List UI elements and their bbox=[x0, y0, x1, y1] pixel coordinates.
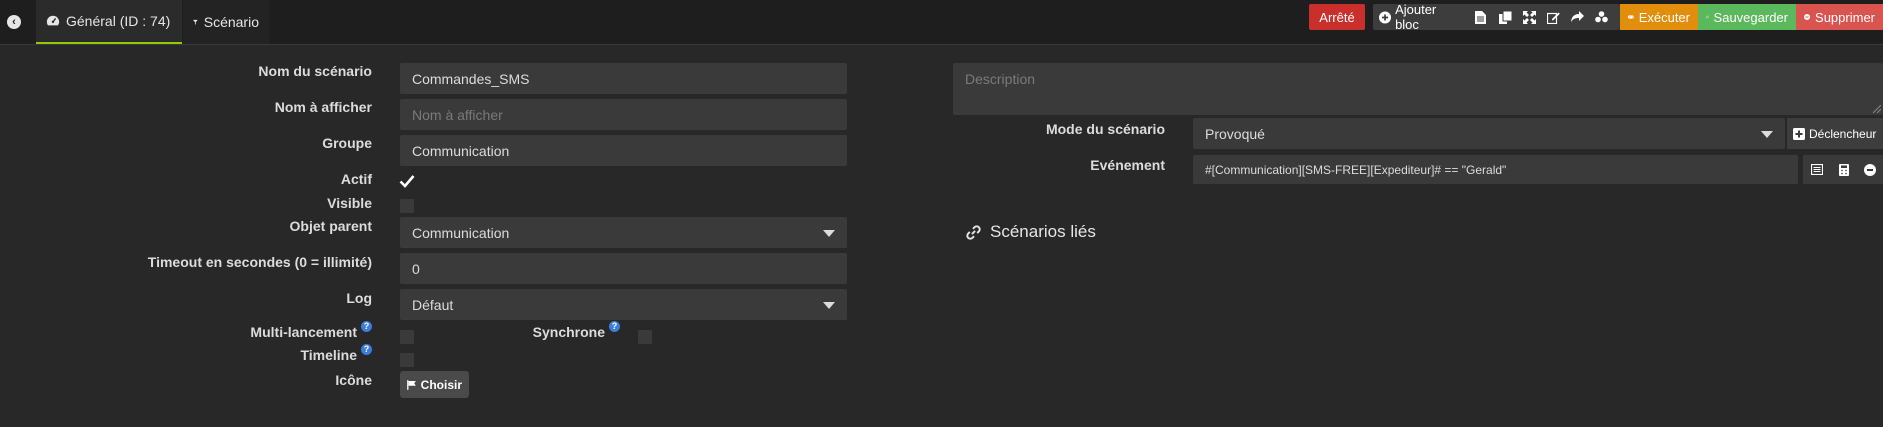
group-label: Groupe bbox=[322, 135, 372, 151]
display-name-label: Nom à afficher bbox=[274, 99, 372, 115]
list-icon[interactable] bbox=[1803, 155, 1830, 184]
back-button[interactable]: ‹ bbox=[0, 0, 28, 44]
timeout-label: Timeout en secondes (0 = illimité) bbox=[147, 254, 372, 270]
timeline-label: Timeline? bbox=[300, 344, 372, 363]
resize-handle-icon[interactable] bbox=[1873, 105, 1881, 113]
log-value: Défaut bbox=[412, 296, 454, 313]
display-name-placeholder: Nom à afficher bbox=[412, 106, 503, 123]
plus-square-icon bbox=[1793, 127, 1805, 140]
delete-label: Supprimer bbox=[1815, 9, 1875, 25]
help-icon[interactable]: ? bbox=[361, 344, 372, 355]
tab-scenario-label: Scénario bbox=[203, 14, 259, 30]
filter-icon bbox=[193, 19, 198, 25]
toolbar-group: Ajouter bloc bbox=[1373, 2, 1620, 32]
tab-general[interactable]: Général (ID : 74) bbox=[36, 0, 182, 44]
group-input[interactable]: Communication bbox=[400, 135, 847, 166]
add-block-label: Ajouter bloc bbox=[1395, 2, 1437, 32]
active-checkbox[interactable] bbox=[399, 174, 415, 188]
icon-label: Icône bbox=[335, 372, 372, 388]
trigger-label: Déclencheur bbox=[1809, 126, 1877, 141]
flag-icon bbox=[407, 379, 416, 390]
log-label: Log bbox=[346, 290, 372, 306]
multi-launch-label: Multi-lancement? bbox=[250, 321, 372, 340]
scenario-name-input[interactable]: Commandes_SMS bbox=[400, 63, 847, 94]
multi-launch-checkbox[interactable] bbox=[400, 330, 414, 344]
linked-scenarios-heading: Scénarios liés bbox=[965, 222, 1096, 242]
synchronous-checkbox[interactable] bbox=[638, 330, 652, 344]
copy-icon[interactable] bbox=[1493, 10, 1517, 24]
visible-label: Visible bbox=[327, 195, 372, 211]
parent-object-select[interactable]: Communication bbox=[400, 217, 847, 248]
scenario-mode-value: Provoqué bbox=[1205, 125, 1265, 142]
tab-general-label: Général (ID : 74) bbox=[66, 13, 171, 29]
calculator-icon[interactable] bbox=[1830, 155, 1857, 184]
description-placeholder: Description bbox=[965, 71, 1036, 87]
execute-button[interactable]: Exécuter bbox=[1620, 4, 1698, 30]
scenario-mode-select[interactable]: Provoqué bbox=[1193, 118, 1785, 149]
remove-icon[interactable] bbox=[1857, 155, 1883, 184]
event-value: #[Communication][SMS-FREE][Expediteur]# … bbox=[1205, 162, 1507, 177]
timeout-value: 0 bbox=[412, 260, 420, 277]
expand-icon[interactable] bbox=[1517, 10, 1541, 24]
chevron-down-icon bbox=[823, 301, 835, 309]
minus-circle-icon bbox=[1804, 13, 1811, 21]
scenario-name-value: Commandes_SMS bbox=[412, 70, 530, 87]
synchronous-text: Synchrone bbox=[532, 324, 605, 340]
save-button[interactable]: Sauvegarder bbox=[1698, 4, 1796, 30]
save-label: Sauvegarder bbox=[1713, 9, 1788, 25]
multi-launch-text: Multi-lancement bbox=[250, 324, 357, 340]
gamepad-icon bbox=[1628, 15, 1634, 19]
timeline-checkbox[interactable] bbox=[400, 353, 414, 367]
timeout-input[interactable]: 0 bbox=[400, 253, 847, 284]
link-icon bbox=[966, 224, 981, 240]
visible-checkbox[interactable] bbox=[400, 199, 414, 213]
add-block-button[interactable]: Ajouter bloc bbox=[1379, 2, 1459, 32]
top-bar: ‹ Général (ID : 74) Scénario Arrêté Ajou… bbox=[0, 0, 1883, 45]
choose-icon-label: Choisir bbox=[420, 377, 462, 392]
active-label: Actif bbox=[340, 171, 372, 187]
trigger-button[interactable]: Déclencheur bbox=[1787, 118, 1883, 149]
check-circle-icon bbox=[1706, 15, 1709, 19]
plus-circle-icon bbox=[1379, 10, 1392, 24]
scenario-mode-label: Mode du scénario bbox=[1045, 121, 1165, 137]
scenario-name-label: Nom du scénario bbox=[258, 63, 372, 79]
event-label: Evénement bbox=[1090, 157, 1165, 173]
file-icon[interactable] bbox=[1469, 10, 1493, 24]
help-icon[interactable]: ? bbox=[609, 321, 620, 332]
parent-object-value: Communication bbox=[412, 224, 510, 241]
dashboard-icon bbox=[46, 15, 60, 26]
linked-scenarios-title: Scénarios liés bbox=[990, 222, 1096, 241]
synchronous-label: Synchrone? bbox=[520, 321, 620, 340]
edit-icon[interactable] bbox=[1541, 11, 1565, 24]
choose-icon-button[interactable]: Choisir bbox=[400, 371, 469, 398]
event-input[interactable]: #[Communication][SMS-FREE][Expediteur]# … bbox=[1193, 155, 1798, 184]
chevron-down-icon bbox=[1761, 130, 1773, 138]
share-icon[interactable] bbox=[1566, 11, 1590, 23]
group-value: Communication bbox=[412, 142, 510, 159]
log-select[interactable]: Défaut bbox=[400, 289, 847, 320]
parent-object-label: Objet parent bbox=[289, 218, 372, 234]
delete-button[interactable]: Supprimer bbox=[1796, 4, 1883, 30]
description-textarea[interactable]: Description bbox=[953, 63, 1883, 115]
chevron-down-icon bbox=[823, 229, 835, 237]
display-name-input[interactable]: Nom à afficher bbox=[400, 99, 847, 130]
timeline-text: Timeline bbox=[300, 347, 357, 363]
execute-label: Exécuter bbox=[1638, 9, 1690, 25]
state-badge-label: Arrêté bbox=[1319, 9, 1355, 25]
arrow-left-icon: ‹ bbox=[7, 15, 21, 29]
help-icon[interactable]: ? bbox=[361, 321, 372, 332]
cubes-icon[interactable] bbox=[1590, 11, 1614, 23]
tab-scenario[interactable]: Scénario bbox=[183, 0, 269, 44]
state-badge: Arrêté bbox=[1309, 4, 1365, 30]
